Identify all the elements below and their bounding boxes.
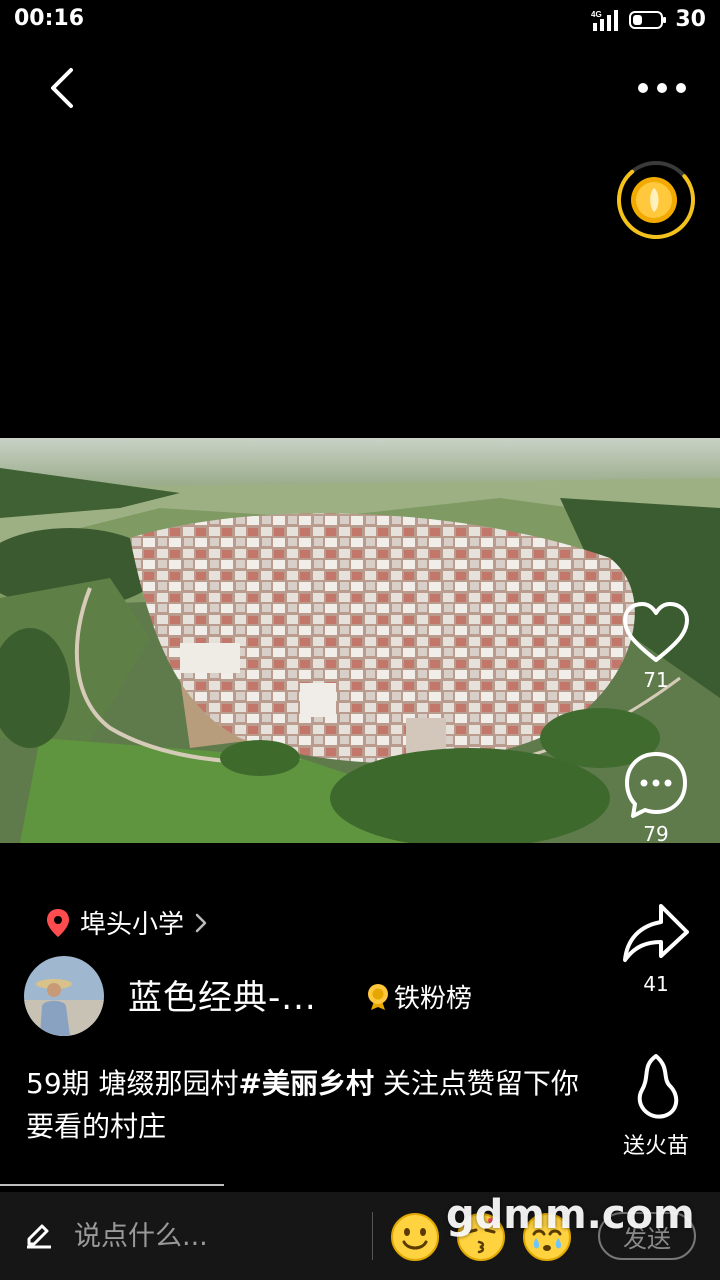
fan-rank-button[interactable]: 铁粉榜: [366, 978, 472, 1015]
chevron-left-icon: [51, 68, 73, 108]
cry-emoji-icon[interactable]: [522, 1212, 572, 1262]
comment-bubble-icon: [625, 752, 687, 818]
caption-prefix: 59期 塘缀那园村: [26, 1067, 239, 1100]
flame-sprout-icon: [637, 1054, 679, 1119]
ellipsis-icon: [638, 83, 686, 93]
author-row: 蓝色经典-... 铁粉榜: [24, 956, 584, 1036]
send-flame-label: 送火苗: [622, 1134, 689, 1159]
status-time: 00:16: [14, 6, 85, 31]
coin-reward-widget[interactable]: [614, 158, 698, 242]
send-flame-button[interactable]: 送火苗: [606, 1052, 706, 1160]
smile-emoji-icon[interactable]: [390, 1212, 440, 1262]
medal-icon: [368, 983, 388, 1010]
pencil-icon: [27, 1224, 51, 1248]
comment-input[interactable]: 说点什么...: [24, 1214, 208, 1253]
gold-coin-icon: [631, 177, 677, 223]
svg-text:4G: 4G: [591, 10, 602, 19]
like-button[interactable]: 71: [606, 600, 706, 692]
location-pin-icon: [47, 908, 69, 937]
back-button[interactable]: [40, 64, 84, 112]
playback-progress: [0, 1184, 224, 1186]
comment-placeholder: 说点什么...: [74, 1221, 208, 1252]
chevron-right-icon: [195, 913, 207, 932]
avatar[interactable]: [24, 956, 104, 1036]
heart-outline-icon: [623, 602, 689, 662]
status-indicators: 4G 30: [591, 7, 706, 32]
video-caption: 59期 塘缀那园村#美丽乡村 关注点赞留下你要看的村庄: [26, 1062, 586, 1148]
share-count: 41: [643, 972, 669, 996]
battery-icon: [629, 10, 667, 29]
comment-button[interactable]: 79: [606, 750, 706, 846]
kiss-emoji-icon[interactable]: [456, 1212, 506, 1262]
battery-level: 30: [675, 7, 706, 32]
like-count: 71: [643, 668, 669, 692]
share-arrow-icon: [623, 904, 689, 962]
comment-bar: 说点什么... 发送: [0, 1192, 720, 1280]
fan-rank-label: 铁粉榜: [394, 984, 473, 1014]
more-options-button[interactable]: [634, 70, 690, 106]
location-text: 埠头小学: [80, 910, 185, 940]
status-bar: 00:16 4G 30: [0, 0, 720, 40]
send-button[interactable]: 发送: [598, 1212, 696, 1260]
comment-count: 79: [643, 822, 669, 846]
author-name[interactable]: 蓝色经典-...: [128, 970, 317, 1019]
share-button[interactable]: 41: [606, 900, 706, 996]
caption-hashtag[interactable]: #美丽乡村: [239, 1067, 374, 1100]
location-tag[interactable]: 埠头小学: [46, 904, 208, 941]
signal-icon: 4G: [591, 9, 619, 31]
comment-bar-divider: [372, 1212, 373, 1260]
